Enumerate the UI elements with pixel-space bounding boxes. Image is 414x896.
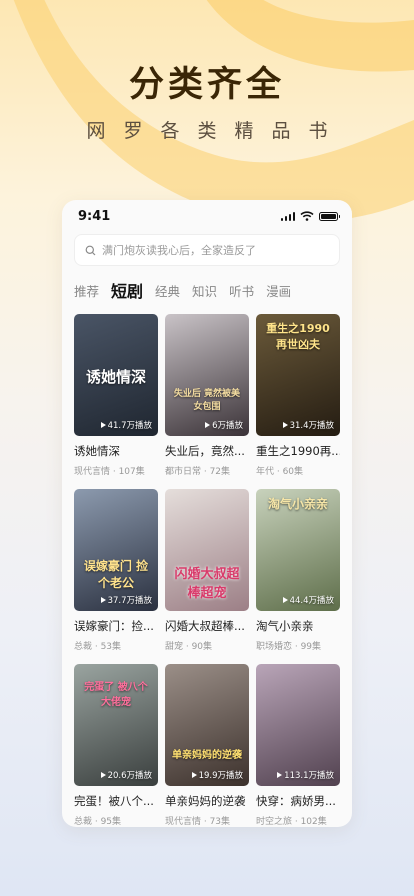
play-icon bbox=[282, 422, 288, 428]
drama-cover[interactable]: 单亲妈妈的逆袭 19.9万播放 bbox=[165, 664, 249, 786]
play-count: 20.6万播放 bbox=[100, 769, 152, 781]
cover-title-art: 完蛋了 被八个大佬宠 bbox=[84, 682, 148, 708]
drama-cover[interactable]: 完蛋了 被八个大佬宠 20.6万播放 bbox=[74, 664, 158, 786]
tab-knowledge[interactable]: 知识 bbox=[192, 281, 217, 306]
battery-icon bbox=[319, 211, 340, 221]
search-input[interactable]: 满门炮灰读我心后，全家造反了 bbox=[74, 234, 340, 266]
wifi-icon bbox=[300, 211, 314, 221]
tab-audiobook[interactable]: 听书 bbox=[229, 281, 254, 306]
promo-subtitle: 网罗各类精品书 bbox=[86, 120, 346, 142]
drama-grid: 诱她情深 41.7万播放 诱她情深 现代言情 · 107集 失业后 竟然被美女包… bbox=[62, 314, 352, 827]
drama-cover[interactable]: 诱她情深 41.7万播放 bbox=[74, 314, 158, 436]
play-count: 37.7万播放 bbox=[100, 594, 152, 606]
search-icon bbox=[85, 245, 96, 255]
play-count: 6万播放 bbox=[205, 419, 243, 431]
drama-meta: 都市日常 · 72集 bbox=[165, 467, 231, 477]
drama-cover[interactable]: 113.1万播放 bbox=[256, 664, 340, 786]
play-icon bbox=[100, 772, 106, 778]
drama-cover[interactable]: 失业后 竟然被美女包围 6万播放 bbox=[165, 314, 249, 436]
drama-card[interactable]: 诱她情深 41.7万播放 诱她情深 现代言情 · 107集 bbox=[74, 314, 158, 477]
play-count: 113.1万播放 bbox=[277, 769, 334, 781]
cover-title-art: 闪婚大叔超棒超宠 bbox=[174, 567, 240, 601]
drama-cover[interactable]: 重生之1990再世凶夫 31.4万播放 bbox=[256, 314, 340, 436]
phone-screen: 9:41 满门炮灰读我心后，全家造反了 推荐 短剧 经典 知识 听书 漫画 诱她… bbox=[62, 200, 352, 827]
drama-card[interactable]: 重生之1990再世凶夫 31.4万播放 重生之1990再... 年代 · 60集 bbox=[256, 314, 340, 477]
drama-card[interactable]: 完蛋了 被八个大佬宠 20.6万播放 完蛋！被八个... 总裁 · 95集 bbox=[74, 664, 158, 827]
status-time: 9:41 bbox=[78, 208, 111, 224]
drama-meta: 时空之旅 · 102集 bbox=[256, 817, 327, 827]
drama-meta: 职场婚恋 · 99集 bbox=[256, 642, 322, 652]
drama-meta: 现代言情 · 107集 bbox=[74, 467, 145, 477]
drama-title[interactable]: 淘气小亲亲 bbox=[256, 618, 340, 634]
drama-meta: 现代言情 · 73集 bbox=[165, 817, 231, 827]
drama-title[interactable]: 失业后，竟然... bbox=[165, 443, 249, 459]
play-icon bbox=[191, 772, 197, 778]
play-icon bbox=[100, 422, 106, 428]
cover-title-art: 诱她情深 bbox=[85, 368, 146, 386]
cover-title-art: 淘气小亲亲 bbox=[267, 497, 328, 511]
drama-card[interactable]: 失业后 竟然被美女包围 6万播放 失业后，竟然... 都市日常 · 72集 bbox=[165, 314, 249, 477]
drama-card[interactable]: 闪婚大叔超棒超宠 闪婚大叔超棒... 甜宠 · 90集 bbox=[165, 489, 249, 652]
drama-cover[interactable]: 闪婚大叔超棒超宠 bbox=[165, 489, 249, 611]
drama-meta: 总裁 · 53集 bbox=[74, 642, 122, 652]
drama-title[interactable]: 单亲妈妈的逆袭 bbox=[165, 793, 249, 809]
play-icon bbox=[100, 597, 106, 603]
category-tabs: 推荐 短剧 经典 知识 听书 漫画 bbox=[62, 276, 352, 306]
drama-title[interactable]: 闪婚大叔超棒... bbox=[165, 618, 249, 634]
tab-classic[interactable]: 经典 bbox=[155, 281, 180, 306]
drama-cover[interactable]: 误嫁豪门 捡个老公 37.7万播放 bbox=[74, 489, 158, 611]
tab-recommend[interactable]: 推荐 bbox=[74, 281, 99, 306]
drama-title[interactable]: 诱她情深 bbox=[74, 443, 158, 459]
cover-title-art: 重生之1990再世凶夫 bbox=[266, 322, 330, 351]
drama-card[interactable]: 单亲妈妈的逆袭 19.9万播放 单亲妈妈的逆袭 现代言情 · 73集 bbox=[165, 664, 249, 827]
drama-cover[interactable]: 淘气小亲亲 44.4万播放 bbox=[256, 489, 340, 611]
cover-title-art: 单亲妈妈的逆袭 bbox=[172, 750, 242, 761]
play-count: 19.9万播放 bbox=[191, 769, 243, 781]
promo-title: 分类齐全 bbox=[128, 65, 285, 105]
drama-title[interactable]: 重生之1990再... bbox=[256, 443, 340, 459]
play-icon bbox=[282, 597, 288, 603]
tab-short-drama[interactable]: 短剧 bbox=[111, 278, 143, 306]
cover-title-art: 失业后 竟然被美女包围 bbox=[173, 389, 241, 412]
drama-title[interactable]: 完蛋！被八个... bbox=[74, 793, 158, 809]
drama-meta: 年代 · 60集 bbox=[256, 467, 304, 477]
drama-title[interactable]: 误嫁豪门：捡... bbox=[74, 618, 158, 634]
status-bar: 9:41 bbox=[62, 200, 352, 232]
play-count: 41.7万播放 bbox=[100, 419, 152, 431]
search-placeholder: 满门炮灰读我心后，全家造反了 bbox=[102, 244, 256, 257]
play-count: 44.4万播放 bbox=[282, 594, 334, 606]
cover-title-art: 误嫁豪门 捡个老公 bbox=[83, 559, 149, 590]
drama-meta: 总裁 · 95集 bbox=[74, 817, 122, 827]
drama-card[interactable]: 113.1万播放 快穿：病娇男... 时空之旅 · 102集 bbox=[256, 664, 340, 827]
signal-icon bbox=[280, 211, 295, 221]
status-icons bbox=[280, 211, 340, 221]
play-icon bbox=[205, 422, 211, 428]
drama-meta: 甜宠 · 90集 bbox=[165, 642, 213, 652]
play-icon bbox=[277, 772, 283, 778]
drama-card[interactable]: 误嫁豪门 捡个老公 37.7万播放 误嫁豪门：捡... 总裁 · 53集 bbox=[74, 489, 158, 652]
tab-comics[interactable]: 漫画 bbox=[266, 281, 291, 306]
drama-title[interactable]: 快穿：病娇男... bbox=[256, 793, 340, 809]
play-count: 31.4万播放 bbox=[282, 419, 334, 431]
drama-card[interactable]: 淘气小亲亲 44.4万播放 淘气小亲亲 职场婚恋 · 99集 bbox=[256, 489, 340, 652]
